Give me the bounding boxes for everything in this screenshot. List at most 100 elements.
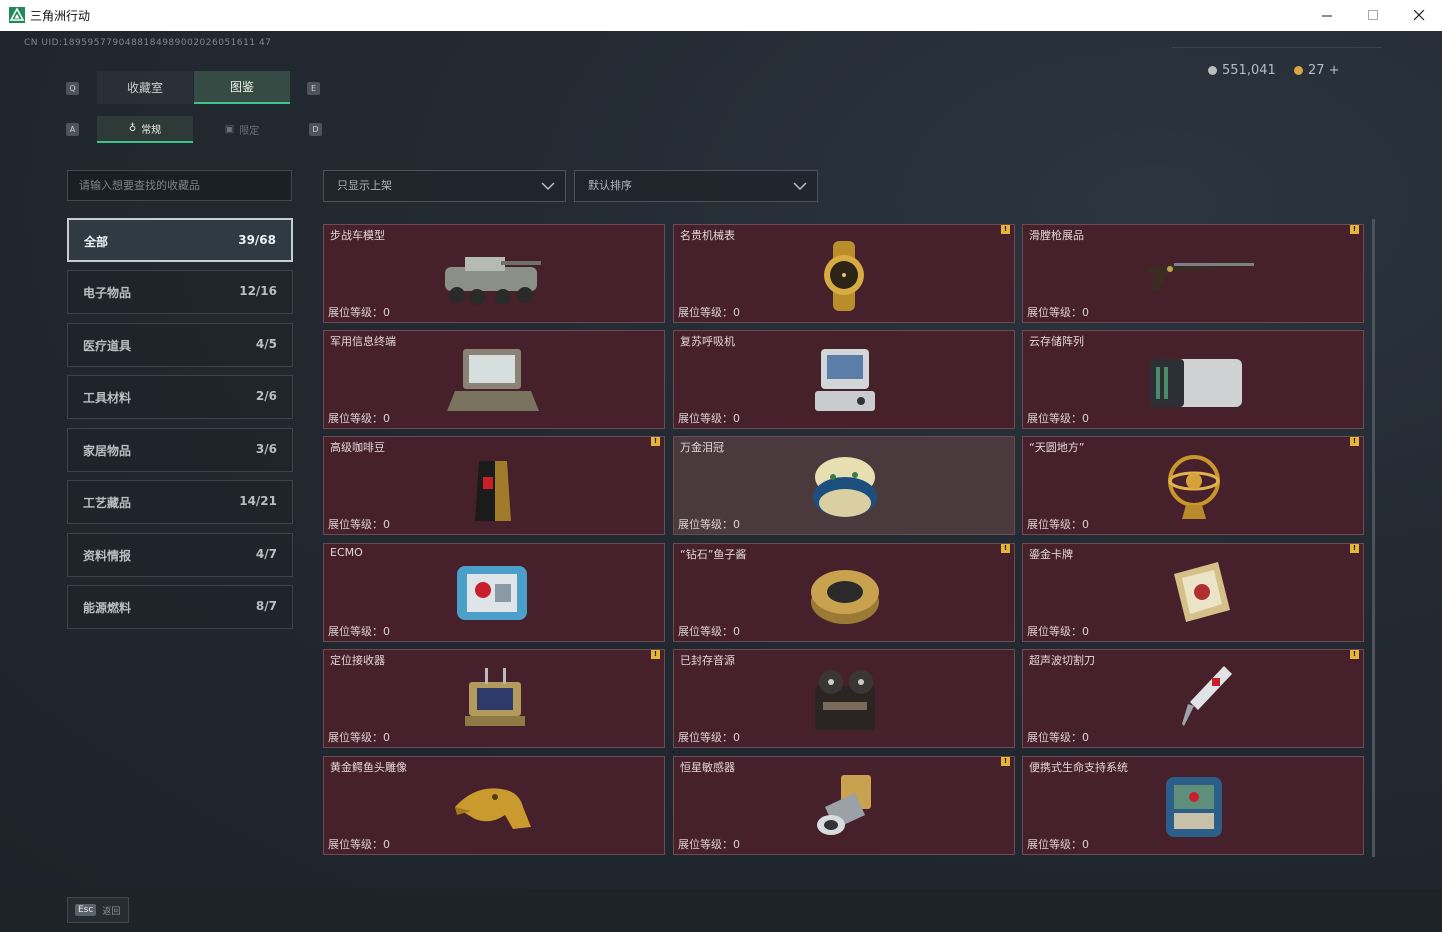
collectible-card[interactable]: 复苏呼吸机 展位等级：0 — [673, 330, 1015, 429]
category-count: 14/21 — [239, 494, 277, 508]
booth-level: 展位等级：0 — [678, 518, 740, 531]
category-tools[interactable]: 工具材料 2/6 — [67, 375, 293, 419]
coffee-bag-icon — [475, 461, 511, 521]
collectible-name: 便携式生命支持系统 — [1029, 761, 1128, 774]
collectible-name: 恒星敏感器 — [680, 761, 735, 774]
category-name: 电子物品 — [83, 286, 132, 300]
collectible-name: 高级咖啡豆 — [330, 441, 385, 454]
collectible-name: 名贵机械表 — [680, 229, 735, 242]
category-energy[interactable]: 能源燃料 8/7 — [67, 585, 293, 629]
ifv-model-icon — [445, 257, 541, 305]
gilded-card-icon — [1174, 562, 1230, 622]
collectible-card[interactable]: 定位接收器 展位等级：0! — [323, 649, 665, 748]
collectible-card[interactable]: 名贵机械表 展位等级：0! — [673, 224, 1015, 323]
currency-gold-value: 27 + — [1308, 63, 1340, 78]
tab-collection-room[interactable]: 收藏室 — [97, 71, 193, 104]
reel-recorder-icon — [815, 670, 875, 730]
maximize-button[interactable] — [1350, 0, 1396, 31]
category-name: 工具材料 — [83, 391, 132, 405]
category-electronics[interactable]: 电子物品 12/16 — [67, 270, 293, 314]
collectible-card[interactable]: 步战车模型 展位等级：0 — [323, 224, 665, 323]
currency-silver-value: 551,041 — [1222, 63, 1276, 78]
collectible-name: “天圆地方” — [1029, 441, 1085, 454]
collectible-card[interactable]: ECMO 展位等级：0 — [323, 543, 665, 642]
minimize-icon — [1321, 15, 1332, 17]
back-label: 返回 — [102, 906, 121, 917]
display-filter-dropdown[interactable]: 只显示上架 — [323, 170, 566, 202]
back-button[interactable]: Esc 返回 — [67, 897, 129, 923]
collectible-name: “钻石”鱼子酱 — [680, 548, 747, 561]
category-count: 4/7 — [255, 547, 277, 561]
new-badge-icon: ! — [1350, 225, 1359, 234]
minimize-button[interactable] — [1304, 0, 1350, 31]
maximize-icon — [1367, 10, 1378, 20]
collectible-card[interactable]: “钻石”鱼子酱 展位等级：0! — [673, 543, 1015, 642]
category-count: 12/16 — [239, 284, 277, 298]
life-support-icon — [1166, 777, 1222, 837]
lock-icon: ▣ — [224, 124, 235, 135]
currency-gold[interactable]: 27 + — [1294, 63, 1340, 78]
silver-coin-icon — [1208, 66, 1217, 75]
close-icon — [1413, 10, 1424, 21]
subtab-regular[interactable]: ♁ 常规 — [97, 116, 193, 143]
ecmo-machine-icon — [457, 566, 527, 620]
bottom-bar: Esc 返回 — [0, 889, 1442, 932]
flame-icon: ♁ — [128, 123, 137, 134]
booth-level: 展位等级：0 — [1027, 412, 1089, 425]
collectible-name: 滑膛枪展品 — [1029, 229, 1084, 242]
key-hint-d: D — [309, 123, 322, 136]
collectible-card[interactable]: 超声波切割刀 展位等级：0! — [1022, 649, 1364, 748]
tab-catalog[interactable]: 图鉴 — [194, 71, 290, 104]
collectible-card[interactable]: 已封存音源 展位等级：0 — [673, 649, 1015, 748]
collectible-card[interactable]: 滑膛枪展品 展位等级：0! — [1022, 224, 1364, 323]
category-count: 39/68 — [238, 233, 276, 247]
chevron-down-icon — [541, 182, 555, 191]
collectible-card[interactable]: 便携式生命支持系统 展位等级：0 — [1022, 756, 1364, 855]
subtab-label: 常规 — [141, 125, 162, 136]
category-name: 能源燃料 — [83, 601, 132, 615]
booth-level: 展位等级：0 — [678, 625, 740, 638]
window-titlebar: 三角洲行动 — [0, 0, 1442, 32]
game-viewport: CN UID:1895957790488184989002026051611 4… — [0, 31, 1442, 889]
sort-dropdown[interactable]: 默认排序 — [574, 170, 818, 202]
collectible-card[interactable]: 万金泪冠展位等级：0 — [673, 436, 1015, 535]
gps-receiver-icon — [465, 668, 525, 726]
grid-scrollbar[interactable] — [1372, 219, 1375, 857]
new-badge-icon: ! — [1350, 437, 1359, 446]
collectible-card[interactable]: 云存储阵列 展位等级：0 — [1022, 330, 1364, 429]
collectible-card[interactable]: 军用信息终端 展位等级：0 — [323, 330, 665, 429]
category-all[interactable]: 全部 39/68 — [67, 218, 293, 262]
category-intel[interactable]: 资料情报 4/7 — [67, 533, 293, 577]
close-button[interactable] — [1396, 0, 1442, 31]
collectible-card[interactable]: 高级咖啡豆 展位等级：0! — [323, 436, 665, 535]
booth-level: 展位等级：0 — [678, 412, 740, 425]
booth-level: 展位等级：0 — [328, 412, 390, 425]
subtab-limited[interactable]: ▣ 限定 — [194, 116, 290, 143]
musket-icon — [1144, 261, 1254, 291]
app-logo-icon — [9, 7, 25, 23]
ultrasonic-cutter-icon — [1182, 666, 1232, 726]
booth-level: 展位等级：0 — [1027, 838, 1089, 851]
booth-level: 展位等级：0 — [678, 306, 740, 319]
category-name: 资料情报 — [83, 549, 132, 563]
esc-key-hint: Esc — [75, 904, 97, 916]
collectible-name: 万金泪冠 — [680, 441, 724, 454]
collectible-card[interactable]: 黄金鳄鱼头雕像 展位等级：0 — [323, 756, 665, 855]
collectible-name: 超声波切割刀 — [1029, 654, 1095, 667]
booth-level: 展位等级：0 — [328, 731, 390, 744]
armillary-sphere-icon — [1168, 455, 1220, 519]
category-household[interactable]: 家居物品 3/6 — [67, 428, 293, 472]
key-hint-a: A — [66, 123, 79, 136]
booth-level: 展位等级：0 — [328, 838, 390, 851]
collectible-name: 步战车模型 — [330, 229, 385, 242]
category-medical[interactable]: 医疗道具 4/5 — [67, 323, 293, 367]
search-input[interactable]: 请输入想要查找的收藏品 — [67, 170, 292, 201]
category-crafts[interactable]: 工艺藏品 14/21 — [67, 480, 293, 524]
collectible-card[interactable]: 鎏金卡牌 展位等级：0! — [1022, 543, 1364, 642]
collectible-name: 黄金鳄鱼头雕像 — [330, 761, 407, 774]
collectible-card[interactable]: “天圆地方” 展位等级：0! — [1022, 436, 1364, 535]
category-name: 全部 — [84, 235, 109, 249]
category-name: 工艺藏品 — [83, 496, 132, 510]
collectible-card[interactable]: 恒星敏感器 展位等级：0! — [673, 756, 1015, 855]
booth-level: 展位等级：0 — [1027, 731, 1089, 744]
